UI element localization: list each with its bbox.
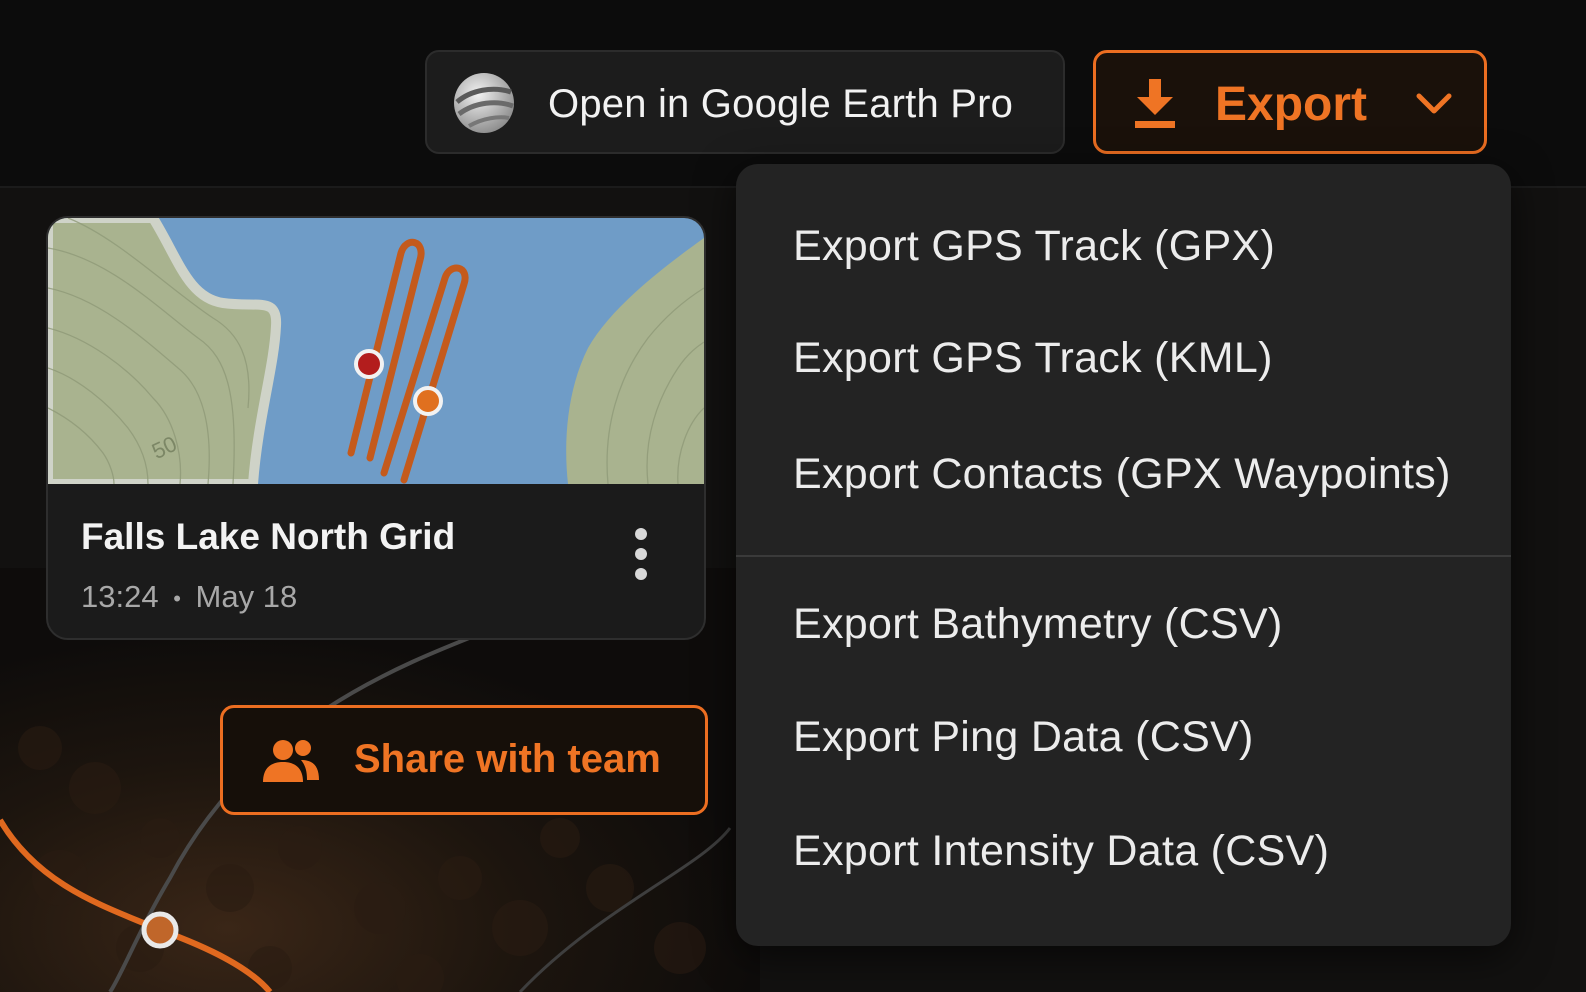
download-icon bbox=[1135, 79, 1175, 128]
menu-item-export-gps-track-gpx[interactable]: Export GPS Track (GPX) bbox=[793, 222, 1275, 271]
survey-title: Falls Lake North Grid bbox=[81, 516, 456, 557]
share-with-team-button[interactable]: Share with team bbox=[220, 705, 708, 815]
export-dropdown-menu: Export GPS Track (GPX) Export GPS Track … bbox=[736, 164, 1511, 946]
more-vertical-icon[interactable] bbox=[633, 526, 649, 582]
open-google-earth-label: Open in Google Earth Pro bbox=[548, 82, 1014, 126]
survey-date: May 18 bbox=[195, 579, 298, 614]
meta-separator: • bbox=[173, 585, 181, 611]
export-label: Export bbox=[1215, 78, 1368, 131]
survey-map-thumbnail: 50 bbox=[48, 218, 704, 484]
survey-card[interactable]: 50 Falls Lake North Grid 13:24 • May 18 bbox=[46, 216, 706, 640]
share-with-team-label: Share with team bbox=[354, 737, 661, 781]
menu-item-export-contacts-gpx[interactable]: Export Contacts (GPX Waypoints) bbox=[793, 450, 1451, 499]
chevron-down-icon bbox=[1416, 93, 1452, 114]
google-earth-globe-icon bbox=[454, 73, 514, 133]
menu-item-export-bathymetry-csv[interactable]: Export Bathymetry (CSV) bbox=[793, 600, 1283, 649]
menu-item-export-ping-data-csv[interactable]: Export Ping Data (CSV) bbox=[793, 713, 1254, 762]
open-google-earth-button[interactable]: Open in Google Earth Pro bbox=[425, 50, 1065, 154]
menu-item-export-gps-track-kml[interactable]: Export GPS Track (KML) bbox=[793, 334, 1273, 383]
menu-divider bbox=[736, 555, 1511, 557]
export-button[interactable]: Export bbox=[1093, 50, 1487, 154]
people-icon bbox=[263, 740, 319, 782]
menu-item-export-intensity-data-csv[interactable]: Export Intensity Data (CSV) bbox=[793, 827, 1329, 876]
survey-meta: 13:24 • May 18 bbox=[81, 579, 297, 615]
survey-time: 13:24 bbox=[81, 579, 159, 614]
